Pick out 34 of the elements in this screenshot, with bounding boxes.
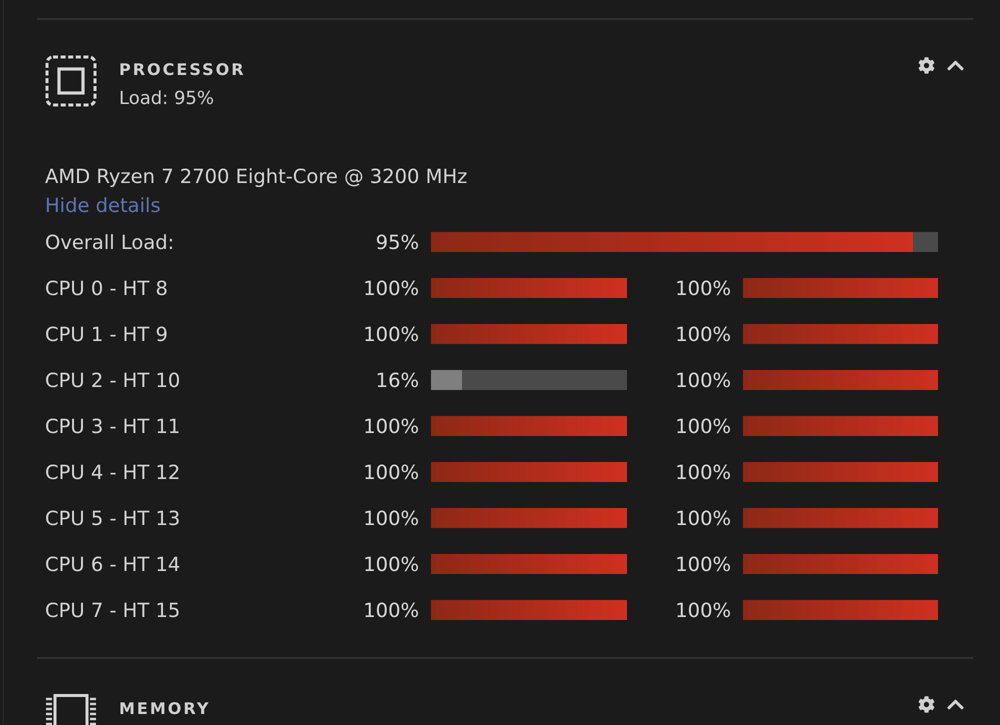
- core-label: CPU 2 - HT 10: [45, 368, 180, 392]
- load-reading: 100%: [363, 552, 419, 576]
- core-label: CPU 4 - HT 12: [45, 460, 180, 484]
- load-reading: 100%: [363, 414, 419, 438]
- core-label: CPU 3 - HT 11: [45, 414, 180, 438]
- load-reading: 100%: [363, 322, 419, 346]
- load-reading: 100%: [675, 552, 731, 576]
- core-label: CPU 0 - HT 8: [45, 276, 168, 300]
- load-reading: 100%: [363, 276, 419, 300]
- core-label: CPU 5 - HT 13: [45, 506, 180, 530]
- section-subtitle: Load: 95%: [119, 87, 214, 111]
- load-reading: 16%: [376, 368, 419, 392]
- overall-load-label: Overall Load:: [45, 230, 174, 254]
- processor-model: AMD Ryzen 7 2700 Eight-Core @ 3200 MHz: [45, 164, 468, 190]
- load-reading: 100%: [675, 368, 731, 392]
- section-title: PROCESSOR: [119, 59, 246, 81]
- load-reading: 100%: [363, 506, 419, 530]
- section-title: MEMORY: [119, 698, 210, 720]
- load-reading: 100%: [363, 460, 419, 484]
- settings-icon[interactable]: [918, 696, 935, 713]
- load-reading: 100%: [675, 276, 731, 300]
- load-reading: 100%: [675, 414, 731, 438]
- load-reading: 100%: [675, 598, 731, 622]
- load-reading: 100%: [675, 506, 731, 530]
- settings-icon[interactable]: [918, 57, 935, 74]
- processor-chip-icon: [45, 55, 97, 107]
- load-reading: 100%: [363, 598, 419, 622]
- core-label: CPU 7 - HT 15: [45, 598, 180, 622]
- hide-details-link[interactable]: Hide details: [45, 193, 161, 219]
- load-reading: 100%: [675, 322, 731, 346]
- load-reading: 100%: [675, 460, 731, 484]
- core-label: CPU 6 - HT 14: [45, 552, 180, 576]
- load-reading: 95%: [376, 230, 419, 254]
- core-label: CPU 1 - HT 9: [45, 322, 168, 346]
